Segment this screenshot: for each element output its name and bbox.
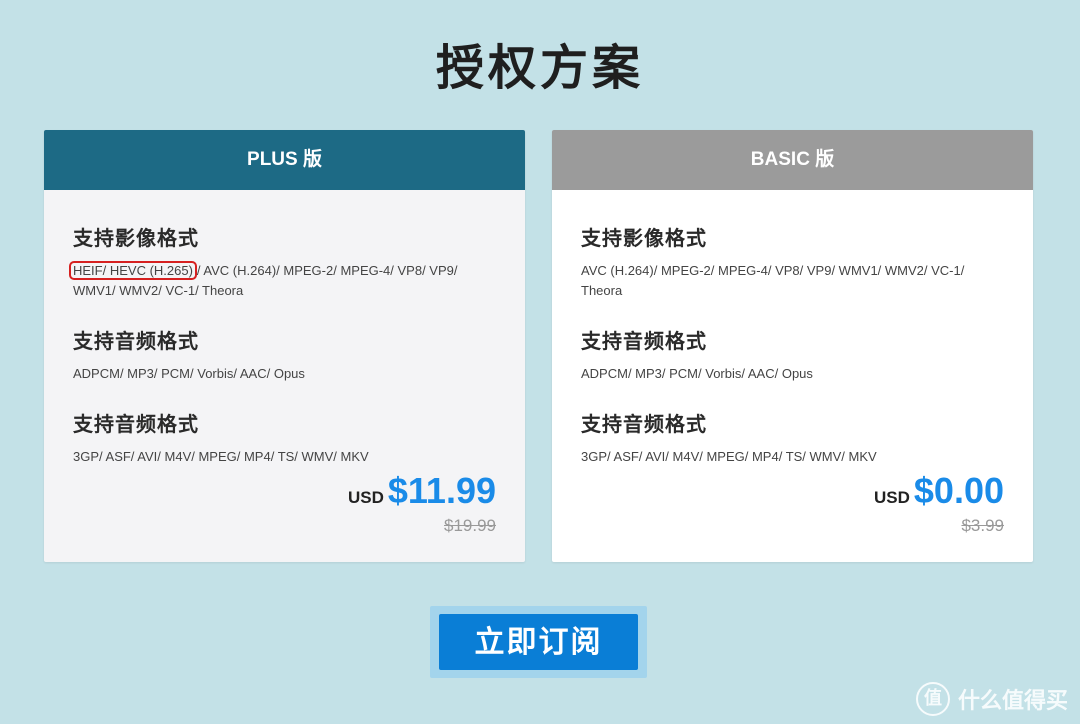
video-formats-title: 支持影像格式 [73,226,199,250]
audio-formats-list: ADPCM/ MP3/ PCM/ Vorbis/ AAC/ Opus [581,366,813,381]
hevc-highlight: HEIF/ HEVC (H.265) [69,261,197,280]
current-price: $11.99 [387,470,496,511]
container-formats-title: 支持音频格式 [73,412,199,436]
plan-card-plus: PLUS 版 支持影像格式 HEIF/ HEVC (H.265) / AVC (H… [44,130,525,562]
original-price: $3.99 [961,516,1004,535]
container-formats-list: 3GP/ ASF/ AVI/ M4V/ MPEG/ MP4/ TS/ WMV/ … [73,449,369,464]
currency-label: USD [874,488,910,507]
video-formats-title: 支持影像格式 [581,226,707,250]
original-price: $19.99 [444,516,496,535]
watermark-text: 什么值得买 [957,689,1068,714]
page-title: 授权方案 [435,40,644,96]
video-formats-list: AVC (H.264)/ MPEG-2/ MPEG-4/ VP8/ VP9/ W… [581,263,965,298]
subscribe-button[interactable]: 立即订阅 [439,614,638,670]
brand-logo-icon: 值 [915,682,950,716]
plan-details: 支持影像格式 AVC (H.264)/ MPEG-2/ MPEG-4/ VP8/… [552,190,1033,562]
plan-details: 支持影像格式 HEIF/ HEVC (H.265) / AVC (H.264)/ … [44,190,525,562]
subscribe-button-frame: 立即订阅 [430,606,647,678]
container-formats-title: 支持音频格式 [581,412,707,436]
currency-label: USD [347,488,384,507]
audio-formats-list: ADPCM/ MP3/ PCM/ Vorbis/ AAC/ Opus [73,366,305,381]
audio-formats-title: 支持音频格式 [581,329,707,353]
price-block: USD $11.99 $19.99 [348,470,496,536]
price-block: USD $0.00 $3.99 [874,470,1004,536]
watermark: 值 什么值得买 [915,682,1068,716]
video-formats-list: HEIF/ HEVC (H.265) / AVC (H.264)/ MPEG-2/… [69,261,473,301]
audio-formats-title: 支持音频格式 [73,329,199,353]
plan-card-basic: BASIC 版 支持影像格式 AVC (H.264)/ MPEG-2/ MPEG… [552,130,1033,562]
current-price: $0.00 [913,470,1004,511]
plan-name: PLUS 版 [44,130,525,190]
plan-name: BASIC 版 [552,130,1033,190]
container-formats-list: 3GP/ ASF/ AVI/ M4V/ MPEG/ MP4/ TS/ WMV/ … [581,449,877,464]
